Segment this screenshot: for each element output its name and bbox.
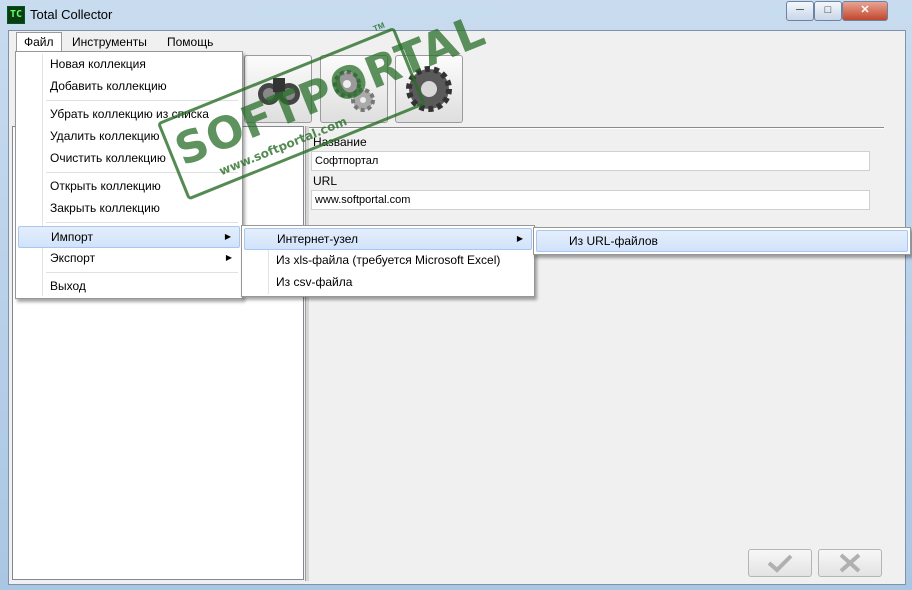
menu-import-label: Импорт [51, 230, 93, 244]
menu-internet-site[interactable]: Интернет-узел ▶ [244, 228, 532, 250]
app-window: TC Total Collector ─ □ ✕ Файл Инструмент… [0, 0, 912, 590]
menu-bar: Файл Инструменты Помощь [9, 31, 887, 51]
menu-internet-site-label: Интернет-узел [277, 232, 358, 246]
minimize-button[interactable]: ─ [786, 1, 814, 21]
menu-import-url-files[interactable]: Из URL-файлов [536, 230, 908, 252]
separator-line [309, 127, 884, 129]
menu-close-collection[interactable]: Закрыть коллекцию [18, 197, 240, 219]
gears-icon [333, 70, 375, 112]
ok-button[interactable] [748, 549, 812, 577]
menu-clear-collection[interactable]: Очистить коллекцию [18, 147, 240, 169]
menu-tools[interactable]: Инструменты [65, 33, 154, 51]
menu-separator [46, 172, 238, 173]
submenu-arrow-icon: ▶ [225, 253, 232, 262]
menu-export-label: Экспорт [50, 251, 96, 265]
app-icon: TC [7, 6, 25, 24]
name-field[interactable] [311, 151, 870, 171]
binoculars-icon [258, 78, 300, 105]
cancel-button[interactable] [818, 549, 882, 577]
menu-separator [46, 272, 238, 273]
menu-separator [46, 222, 238, 223]
menu-separator [46, 100, 238, 101]
menu-open-collection[interactable]: Открыть коллекцию [18, 175, 240, 197]
internet-submenu: Из URL-файлов [533, 227, 911, 255]
window-title: Total Collector [30, 7, 113, 22]
menu-import-xls[interactable]: Из xls-файла (требуется Microsoft Excel) [244, 249, 532, 271]
cross-icon [839, 553, 861, 573]
submenu-arrow-icon: ▶ [516, 234, 523, 243]
toolbar-options-button[interactable] [395, 55, 463, 123]
title-bar[interactable]: TC Total Collector ─ □ ✕ [0, 0, 912, 30]
menu-exit[interactable]: Выход [18, 275, 240, 297]
splitter[interactable] [305, 126, 309, 581]
file-menu: Новая коллекция Добавить коллекцию Убрат… [15, 51, 243, 299]
menu-import-csv[interactable]: Из csv-файла [244, 271, 532, 293]
menu-file[interactable]: Файл [16, 32, 62, 51]
submenu-arrow-icon: ▶ [224, 232, 231, 241]
menu-add-collection[interactable]: Добавить коллекцию [18, 75, 240, 97]
url-field[interactable] [311, 190, 870, 210]
menu-remove-collection[interactable]: Убрать коллекцию из списка [18, 103, 240, 125]
menu-delete-collection[interactable]: Удалить коллекцию [18, 125, 240, 147]
checkmark-icon [767, 554, 793, 573]
maximize-button[interactable]: □ [814, 1, 842, 21]
url-label: URL [313, 174, 338, 188]
menu-import[interactable]: Импорт ▶ [18, 226, 240, 248]
gear-icon [406, 66, 452, 112]
toolbar-settings-button[interactable] [320, 55, 388, 123]
menu-help[interactable]: Помощь [160, 33, 220, 51]
menu-new-collection[interactable]: Новая коллекция [18, 53, 240, 75]
name-label: Название [313, 135, 367, 149]
import-submenu: Интернет-узел ▶ Из xls-файла (требуется … [241, 225, 535, 297]
toolbar-search-button[interactable] [244, 55, 312, 123]
menu-export[interactable]: Экспорт ▶ [18, 247, 240, 269]
close-button[interactable]: ✕ [842, 1, 888, 21]
